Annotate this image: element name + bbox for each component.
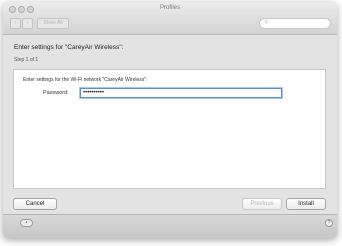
show-all-button[interactable]: Show All — [37, 18, 69, 29]
chevron-left-icon: ‹ — [14, 20, 17, 26]
forward-button[interactable]: › — [22, 18, 33, 29]
bottom-bar: • ? — [3, 214, 337, 238]
window-title: Profiles — [159, 5, 180, 11]
previous-button[interactable]: Previous — [242, 198, 282, 210]
settings-panel: Enter settings for the Wi-Fi network "Ca… — [13, 69, 326, 189]
back-button[interactable]: ‹ — [10, 18, 21, 29]
cancel-button[interactable]: Cancel — [13, 198, 57, 210]
step-indicator: Step 1 of 1 — [14, 57, 39, 63]
lock-icon[interactable]: • — [20, 219, 33, 227]
search-input[interactable]: ⚲ — [259, 18, 331, 29]
password-field[interactable]: •••••••••• — [80, 88, 282, 98]
profiles-window: Profiles ‹ › Show All ⚲ Enter settings f… — [3, 2, 337, 238]
chevron-right-icon: › — [26, 20, 29, 26]
settings-heading: Enter settings for "CareyAir Wireless": — [14, 44, 124, 51]
search-icon: ⚲ — [264, 20, 269, 26]
install-button[interactable]: Install — [286, 198, 326, 210]
instruction-text: Enter settings for the Wi-Fi network "Ca… — [23, 77, 148, 83]
help-icon[interactable]: ? — [325, 219, 333, 227]
titlebar: Profiles ‹ › Show All ⚲ — [3, 2, 337, 35]
password-label: Password: — [43, 90, 69, 96]
